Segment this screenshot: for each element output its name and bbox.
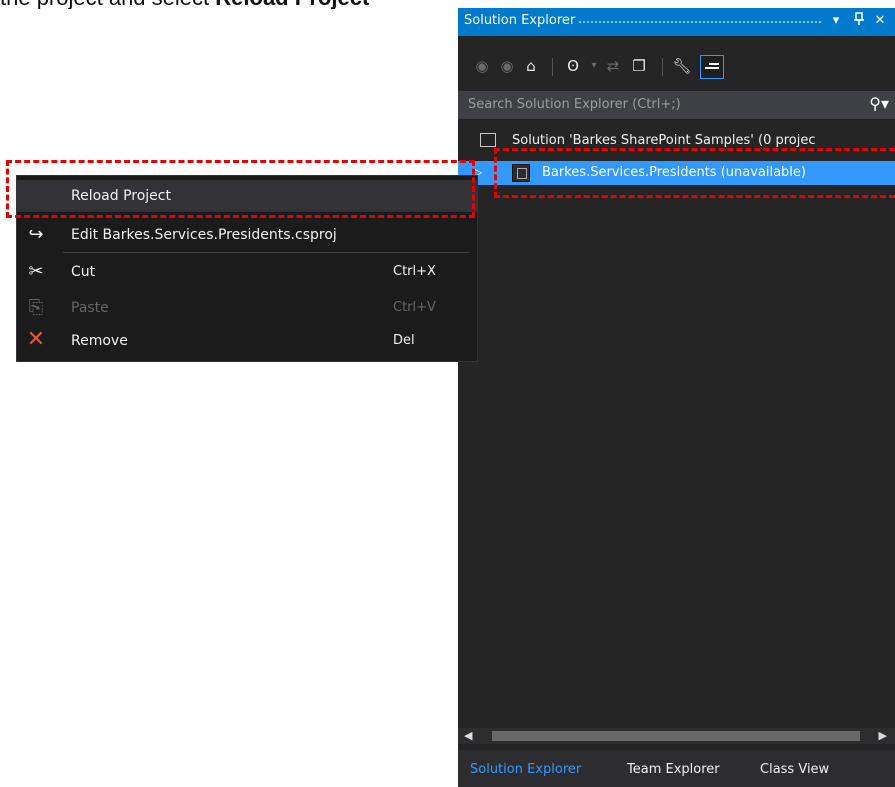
solution-explorer-titlebar: Solution Explorer ▾ ✕ [458,8,895,36]
highlight-box-project-node [494,148,895,198]
pending-changes-icon[interactable]: ʘ [563,56,583,76]
menu-item-shortcut: Ctrl+V [393,300,436,315]
highlight-box-reload-project [6,160,475,218]
scrollbar-thumb[interactable] [492,731,860,741]
scroll-left-icon[interactable]: ◀ [464,729,472,742]
titlebar-grip [578,20,823,24]
solution-label: Solution 'Barkes SharePoint Samples' (0 … [512,133,816,148]
back-icon[interactable]: ◉ [472,56,492,76]
scroll-right-icon[interactable]: ▶ [879,729,887,742]
menu-item-cut[interactable]: ✂ Cut Ctrl+X [17,256,477,288]
toolbar-separator [552,58,553,76]
window-position-dropdown-icon[interactable]: ▾ [828,12,844,30]
solution-icon [480,133,496,147]
tab-class-view[interactable]: Class View [760,762,829,777]
redo-arrow-icon: ↪ [28,224,44,245]
preview-toggle-icon[interactable] [700,55,724,79]
clipboard-icon: ⎘ [28,297,44,318]
search-box[interactable]: Search Solution Explorer (Ctrl+;) ⚲▾ [458,91,895,119]
menu-separator [63,252,469,253]
x-icon: ✕ [26,327,46,352]
tab-solution-explorer[interactable]: Solution Explorer [470,762,581,777]
forward-icon[interactable]: ◉ [497,56,517,76]
menu-item-remove[interactable]: ✕ Remove Del [17,325,477,357]
menu-item-edit-csproj[interactable]: ↪ Edit Barkes.Services.Presidents.csproj [17,219,477,251]
tab-team-explorer[interactable]: Team Explorer [627,762,720,777]
menu-item-label: Paste [71,300,109,316]
menu-item-shortcut: Ctrl+X [393,264,436,279]
sync-icon[interactable]: ⇄ [603,56,623,76]
solution-explorer-panel: Solution Explorer ▾ ✕ ◉ ◉ ⌂ ʘ ▾ ⇄ ❐ 🔧︎ S… [458,8,895,787]
menu-item-label: Edit Barkes.Services.Presidents.csproj [71,227,337,243]
menu-item-label: Remove [71,333,128,349]
search-icon[interactable]: ⚲▾ [869,94,889,113]
collapse-all-icon[interactable]: ❐ [629,56,649,76]
properties-wrench-icon[interactable]: 🔧︎ [672,56,692,76]
panel-title: Solution Explorer [464,13,576,28]
menu-item-paste[interactable]: ⎘ Paste Ctrl+V [17,292,477,324]
menu-item-label: Cut [71,264,96,280]
search-input[interactable]: Search Solution Explorer (Ctrl+;) [468,97,681,112]
scissors-icon: ✂ [28,261,44,282]
home-icon[interactable]: ⌂ [521,56,541,76]
horizontal-scrollbar[interactable]: ◀ ▶ [458,728,895,744]
solution-explorer-toolbar: ◉ ◉ ⌂ ʘ ▾ ⇄ ❐ 🔧︎ [458,48,895,84]
pin-icon[interactable] [851,12,867,30]
close-icon[interactable]: ✕ [872,12,888,30]
chevron-down-icon[interactable]: ▾ [584,56,604,76]
menu-item-shortcut: Del [393,333,415,348]
tool-window-tabs: Solution Explorer Team Explorer Class Vi… [458,750,895,787]
toolbar-separator [662,58,663,76]
